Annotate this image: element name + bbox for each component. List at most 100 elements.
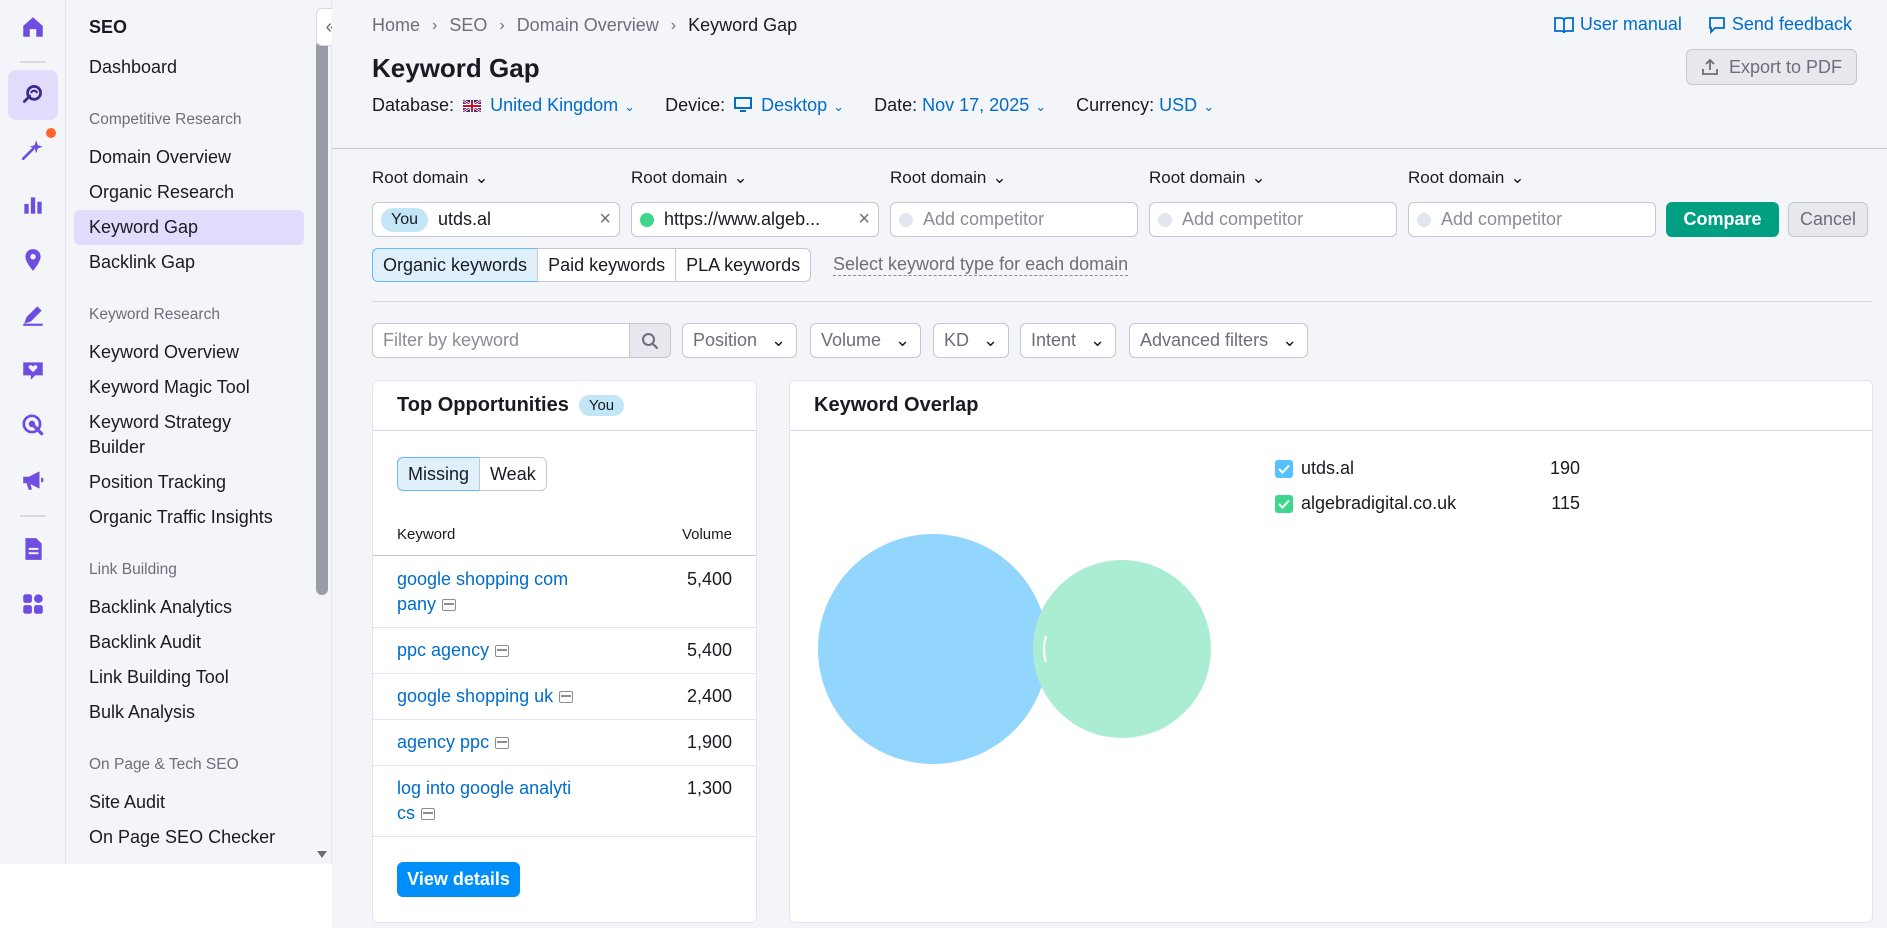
uk-flag-icon: [462, 98, 482, 114]
chevron-down-icon: ⌄: [624, 99, 636, 114]
checkbox-checked-icon[interactable]: [1275, 494, 1293, 513]
social-heart-icon[interactable]: [8, 345, 58, 395]
tab-pla-keywords[interactable]: PLA keywords: [675, 248, 812, 282]
filter-by-keyword-input[interactable]: Filter by keyword: [372, 323, 630, 358]
root-domain-dropdown[interactable]: Root domain ⌄: [1408, 168, 1525, 188]
seo-sidebar: SEO Dashboard Competitive Research Domai…: [66, 0, 312, 864]
export-to-pdf-button[interactable]: Export to PDF: [1685, 49, 1857, 85]
breadcrumb-domain-overview[interactable]: Domain Overview: [517, 15, 659, 36]
database-value: United Kingdom: [490, 95, 619, 115]
scrollbar-thumb[interactable]: [316, 40, 328, 595]
venn-circle-algebradigital[interactable]: [1033, 560, 1211, 738]
location-pin-icon[interactable]: [8, 235, 58, 285]
kd-filter[interactable]: KD ⌄: [933, 323, 1010, 358]
you-badge: You: [381, 207, 428, 232]
chevron-down-icon: ⌄: [1510, 168, 1525, 187]
cancel-button[interactable]: Cancel: [1788, 202, 1868, 237]
traffic-target-icon[interactable]: [8, 400, 58, 450]
sidebar-item-position-tracking[interactable]: Position Tracking: [74, 465, 304, 500]
empty-dot: [899, 212, 913, 227]
segment-missing[interactable]: Missing: [397, 457, 481, 491]
device-selector[interactable]: Device: Desktop ⌄: [665, 95, 844, 116]
checkbox-checked-icon[interactable]: [1275, 459, 1293, 478]
intent-filter[interactable]: Intent ⌄: [1020, 323, 1117, 358]
sidebar-item-keyword-magic-tool[interactable]: Keyword Magic Tool: [74, 370, 304, 405]
sidebar-item-on-page-seo-checker[interactable]: On Page SEO Checker: [74, 820, 304, 855]
sidebar-item-keyword-strategy-builder[interactable]: Keyword Strategy Builder: [74, 408, 249, 462]
sidebar-item-keyword-overview[interactable]: Keyword Overview: [74, 335, 304, 370]
keyword-link[interactable]: ppc agency: [397, 638, 582, 663]
sidebar-item-site-audit[interactable]: Site Audit: [74, 785, 304, 820]
seo-icon[interactable]: [8, 70, 58, 120]
view-details-button[interactable]: View details: [397, 862, 520, 897]
sidebar-item-backlink-analytics[interactable]: Backlink Analytics: [74, 590, 304, 625]
keyword-link[interactable]: google shopping uk: [397, 684, 582, 709]
table-row: ppc agency 5,400: [373, 628, 756, 674]
clear-icon[interactable]: ×: [858, 208, 870, 231]
currency-selector[interactable]: Currency: USD ⌄: [1076, 95, 1214, 116]
root-domain-dropdown[interactable]: Root domain ⌄: [1149, 168, 1266, 188]
card-title: Keyword Overlap: [814, 394, 979, 416]
your-domain-value: utds.al: [438, 209, 492, 229]
tab-paid-keywords[interactable]: Paid keywords: [537, 248, 677, 282]
advanced-filters[interactable]: Advanced filters ⌄: [1129, 323, 1309, 358]
segment-weak[interactable]: Weak: [479, 457, 547, 491]
volume-filter[interactable]: Volume ⌄: [810, 323, 922, 358]
table-row: agency ppc 1,900: [373, 720, 756, 766]
competitor-domain-input[interactable]: https://www.algeb... ×: [631, 202, 879, 237]
sidebar-item-domain-overview[interactable]: Domain Overview: [74, 140, 304, 175]
breadcrumb-home[interactable]: Home: [372, 15, 420, 36]
add-competitor-input[interactable]: Add competitor: [890, 202, 1138, 237]
device-label: Device:: [665, 95, 726, 115]
sidebar-item-bulk-analysis[interactable]: Bulk Analysis: [74, 695, 304, 730]
keyword-link[interactable]: agency ppc: [397, 730, 582, 755]
user-manual-link[interactable]: User manual: [1553, 14, 1682, 35]
tab-organic-keywords[interactable]: Organic keywords: [372, 248, 539, 282]
reports-icon[interactable]: [8, 524, 58, 574]
root-domain-dropdown[interactable]: Root domain ⌄: [372, 168, 489, 188]
advanced-filters-label: Advanced filters: [1140, 330, 1269, 350]
clear-icon[interactable]: ×: [599, 208, 611, 231]
sidebar-item-organic-research[interactable]: Organic Research: [74, 175, 304, 210]
bar-chart-icon[interactable]: [8, 180, 58, 230]
sidebar-item-backlink-gap[interactable]: Backlink Gap: [74, 245, 304, 280]
keyword-link[interactable]: google shopping com pany: [397, 567, 582, 617]
chevron-down-icon: ⌄: [1035, 99, 1047, 114]
keyword-link[interactable]: log into google analyti cs: [397, 776, 582, 826]
megaphone-icon[interactable]: [8, 455, 58, 505]
legend-item-algebradigital[interactable]: algebradigital.co.uk 115: [1275, 493, 1580, 514]
sidebar-item-dashboard[interactable]: Dashboard: [74, 50, 304, 85]
your-domain-input[interactable]: You utds.al ×: [372, 202, 620, 237]
position-filter[interactable]: Position ⌄: [682, 323, 798, 358]
keyword-text: google shopping com pany: [397, 569, 569, 614]
apps-grid-icon[interactable]: [8, 579, 58, 629]
select-keyword-type-link[interactable]: Select keyword type for each domain: [833, 254, 1129, 276]
venn-circle-utds[interactable]: [818, 534, 1048, 764]
sidebar-item-link-building-tool[interactable]: Link Building Tool: [74, 660, 304, 695]
database-selector[interactable]: Database: United Kingdom ⌄: [372, 95, 635, 116]
column-volume[interactable]: Volume: [682, 526, 732, 543]
sidebar-group-label: Competitive Research: [89, 111, 242, 128]
root-domain-dropdown[interactable]: Root domain ⌄: [631, 168, 748, 188]
sidebar-group-label: Keyword Research: [89, 306, 220, 323]
breadcrumb-seo[interactable]: SEO: [449, 15, 487, 36]
home-icon[interactable]: [8, 2, 58, 52]
add-competitor-input[interactable]: Add competitor: [1149, 202, 1397, 237]
chevron-down-icon: ⌄: [733, 168, 748, 187]
compare-button[interactable]: Compare: [1666, 202, 1779, 237]
add-competitor-input[interactable]: Add competitor: [1408, 202, 1656, 237]
sidebar-scrollbar[interactable]: [312, 0, 332, 864]
sidebar-item-keyword-gap[interactable]: Keyword Gap: [74, 210, 304, 245]
content-pen-icon[interactable]: [8, 290, 58, 340]
scroll-down-arrow-icon[interactable]: [317, 851, 327, 858]
add-competitor-placeholder: Add competitor: [1182, 209, 1304, 229]
legend-item-utds[interactable]: utds.al 190: [1275, 458, 1580, 479]
root-domain-dropdown[interactable]: Root domain ⌄: [890, 168, 1007, 188]
search-button[interactable]: [629, 323, 671, 358]
sidebar-item-backlink-audit[interactable]: Backlink Audit: [74, 625, 304, 660]
sidebar-item-organic-traffic-insights[interactable]: Organic Traffic Insights: [74, 500, 304, 535]
send-feedback-link[interactable]: Send feedback: [1708, 14, 1852, 35]
date-selector[interactable]: Date: Nov 17, 2025 ⌄: [874, 95, 1046, 116]
column-keyword[interactable]: Keyword: [397, 526, 455, 543]
intent-filter-label: Intent: [1031, 330, 1077, 350]
